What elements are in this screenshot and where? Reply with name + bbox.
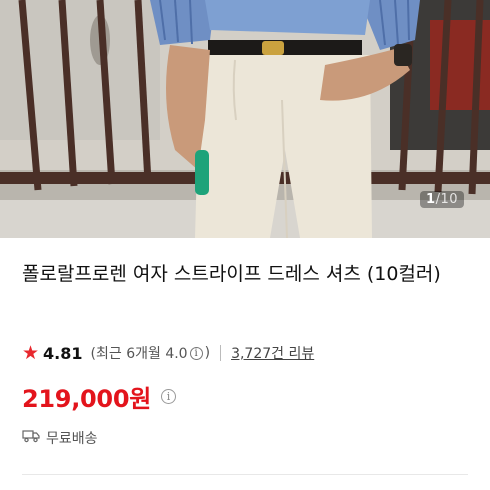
image-counter-total: 10 [440,192,458,207]
rating-divider [220,345,222,361]
rating-row: ★ 4.81 (최근 6개월 4.0 i ) 3,727건 리뷰 [22,341,314,365]
product-title: 폴로랄프로렌 여자 스트라이프 드레스 셔츠 (10컬러) [22,263,441,285]
price-info-icon[interactable]: i [161,388,176,404]
info-icon[interactable]: i [189,346,203,360]
recent-rating-prefix: (최근 6개월 4.0 [90,346,188,362]
truck-icon [22,429,40,447]
price: 219,000원 [22,384,151,413]
product-photo [0,0,490,238]
image-counter: 1/10 [420,191,464,208]
image-counter-current: 1 [426,192,436,207]
recent-rating-suffix: ) [204,345,211,361]
shipping-label: 무료배송 [46,431,98,447]
rating-value: 4.81 [43,343,83,363]
price-row: 219,000원 i [22,378,176,414]
product-image-carousel[interactable]: 1/10 [0,0,490,238]
reviews-link[interactable]: 3,727건 리뷰 [231,343,314,363]
shipping-row: 무료배송 [22,427,98,449]
star-icon: ★ [22,341,40,364]
section-divider [22,474,468,475]
